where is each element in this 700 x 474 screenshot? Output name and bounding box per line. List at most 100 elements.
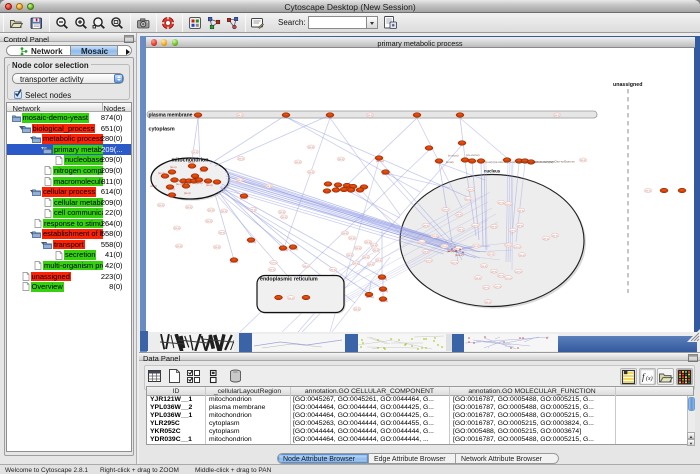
svg-text:(xx-x): (xx-x) — [543, 237, 549, 240]
svg-text:(xx-x): (xx-x) — [192, 151, 198, 154]
svg-text:(xx-x): (xx-x) — [519, 254, 525, 257]
svg-text:(xx-x): (xx-x) — [219, 232, 225, 235]
svg-text:(xx-x): (xx-x) — [468, 189, 474, 192]
svg-text:(xx-x): (xx-x) — [515, 270, 521, 273]
svg-text:cytoplasm: cytoplasm — [149, 127, 175, 133]
svg-text:(xx-x): (xx-x) — [465, 198, 471, 201]
svg-text:(xx-x): (xx-x) — [423, 251, 429, 254]
svg-text:(xx-x): (xx-x) — [355, 247, 361, 250]
svg-text:unassigned: unassigned — [613, 82, 642, 88]
svg-text:(xx-x): (xx-x) — [505, 277, 511, 280]
svg-text:(xx-x): (xx-x) — [363, 256, 369, 259]
svg-text:(xx-x): (xx-x) — [419, 241, 425, 244]
svg-text:nucleus: nucleus — [484, 169, 501, 174]
svg-text:(xx-x): (xx-x) — [269, 269, 275, 272]
svg-text:(xx-xx): (xx-xx) — [248, 240, 256, 244]
svg-text:(x-xxxx): (x-xxxx) — [448, 154, 459, 158]
svg-text:(xx-xx): (xx-xx) — [230, 260, 238, 264]
svg-text:(xx-x): (xx-x) — [505, 203, 511, 206]
svg-text:(xx-x): (xx-x) — [303, 265, 309, 268]
svg-text:plasma membrane: plasma membrane — [149, 113, 193, 119]
svg-text:(xx-x): (xx-x) — [552, 234, 558, 237]
svg-text:(xx-xx): (xx-xx) — [240, 196, 248, 200]
svg-text:(xx-x): (xx-x) — [371, 244, 377, 247]
svg-text:(xx-x): (xx-x) — [481, 265, 487, 268]
svg-text:(xx-x): (xx-x) — [237, 179, 243, 182]
svg-text:(xx-x): (xx-x) — [237, 114, 243, 117]
svg-text:(xx-x): (xx-x) — [473, 245, 479, 248]
svg-text:(xx-x): (xx-x) — [354, 308, 360, 311]
svg-text:(xx-x): (xx-x) — [510, 229, 516, 232]
svg-text:(xx-x): (xx-x) — [221, 210, 227, 213]
svg-text:(xx-x): (xx-x) — [491, 226, 497, 229]
svg-text:(xx-x): (xx-x) — [518, 209, 524, 212]
svg-text:(xx-x): (xx-x) — [505, 244, 511, 247]
svg-text:(xx-x): (xx-x) — [442, 245, 448, 248]
svg-text:(xx-x): (xx-x) — [349, 237, 355, 240]
svg-text:(xx-x): (xx-x) — [342, 232, 348, 235]
svg-text:(xx-x): (xx-x) — [214, 246, 220, 249]
svg-text:(xx-x): (xx-x) — [208, 209, 214, 212]
svg-text:(xx-x): (xx-x) — [498, 275, 504, 278]
svg-text:(xx-x): (xx-x) — [373, 249, 379, 252]
svg-text:(xx-x): (xx-x) — [485, 301, 491, 304]
svg-text:(xx-x): (xx-x) — [483, 287, 489, 290]
svg-text:(xx-xx): (xx-xx) — [280, 248, 288, 252]
svg-text:(xx-x): (xx-x) — [645, 190, 651, 193]
svg-text:(xx-x): (xx-x) — [170, 165, 177, 169]
svg-text:(xx-x): (xx-x) — [158, 204, 164, 207]
svg-text:(xx-x): (xx-x) — [580, 159, 586, 162]
svg-text:(xx-x): (xx-x) — [367, 114, 373, 117]
svg-text:(xx-xx): (xx-xx) — [290, 247, 298, 251]
svg-text:(xx-x): (xx-x) — [196, 181, 203, 185]
svg-text:(xx-xx): (xx-xx) — [376, 159, 384, 163]
svg-text:(xx-x): (xx-x) — [353, 262, 359, 265]
svg-text:(xx-xx): (xx-xx) — [366, 295, 374, 299]
svg-text:(xx-x): (xx-x) — [288, 297, 294, 300]
svg-text:(xx-x): (xx-x) — [458, 229, 464, 232]
svg-text:(xx-x): (xx-x) — [498, 201, 504, 204]
svg-text:(xx-x): (xx-x) — [206, 220, 212, 223]
svg-text:(xx-x): (xx-x) — [475, 277, 481, 280]
svg-text:(xx-xxxxx): (xx-xxxxx) — [466, 153, 480, 157]
svg-text:(xx-x): (xx-x) — [432, 235, 438, 238]
svg-text:(xx-x): (xx-x) — [176, 182, 183, 186]
svg-text:(xx-x): (xx-x) — [158, 171, 165, 175]
svg-text:(xx-x): (xx-x) — [368, 263, 374, 266]
svg-text:(xx-x): (xx-x) — [495, 285, 501, 288]
svg-text:(xx-x): (xx-x) — [443, 209, 449, 212]
svg-text:(x): (x) — [646, 375, 653, 382]
svg-text:(xx-xx): (xx-xx) — [380, 289, 388, 293]
svg-text:(xx-x): (xx-x) — [174, 227, 180, 230]
svg-text:(xx-x): (xx-x) — [266, 185, 272, 188]
svg-text:(xx-x): (xx-x) — [271, 262, 277, 265]
svg-text:(xx-x): (xx-x) — [472, 224, 478, 227]
svg-text:(x-xx): (x-xx) — [446, 160, 454, 164]
svg-text:(xx-x): (xx-x) — [295, 161, 301, 164]
svg-text:(xx-xx): (xx-xx) — [379, 277, 387, 281]
svg-text:(xx-x): (xx-x) — [206, 183, 213, 187]
svg-text:(xx-x): (xx-x) — [423, 224, 429, 227]
svg-text:xxx-xxxxxxxxxxOxx-xxOxxx-xx: xxx-xxxxxxxxxxOxx-xxOxxx-xx — [534, 160, 575, 164]
svg-text:(xx-x): (xx-x) — [279, 211, 285, 214]
svg-text:(xx-x): (xx-x) — [330, 269, 336, 272]
svg-text:(xx-x): (xx-x) — [426, 260, 432, 263]
svg-text:(xx-x): (xx-x) — [176, 245, 182, 248]
svg-text:(xx-x): (xx-x) — [308, 171, 314, 174]
svg-text:(xx-x): (xx-x) — [491, 270, 497, 273]
svg-text:(xx-xx): (xx-xx) — [380, 299, 388, 303]
svg-text:(xx-x): (xx-x) — [238, 158, 244, 161]
svg-text:(xx-x): (xx-x) — [517, 224, 523, 227]
svg-text:(xx-x): (xx-x) — [186, 206, 192, 209]
svg-text:(xx-x): (xx-x) — [376, 259, 382, 262]
svg-text:(xx-x): (xx-x) — [554, 114, 560, 117]
svg-text:(xx-x): (xx-x) — [308, 146, 314, 149]
svg-text:(xx-x): (xx-x) — [338, 158, 344, 161]
svg-text:(xx-x): (xx-x) — [168, 187, 175, 191]
svg-text:(xx-x): (xx-x) — [150, 184, 157, 188]
svg-text:(xx-x): (xx-x) — [452, 261, 458, 264]
svg-text:(xx-x): (xx-x) — [250, 209, 256, 212]
svg-text:(xxx-x): (xxx-x) — [455, 253, 463, 257]
svg-text:(xx-x): (xx-x) — [456, 214, 462, 217]
svg-text:(xx-xx): (xx-xx) — [382, 172, 390, 176]
